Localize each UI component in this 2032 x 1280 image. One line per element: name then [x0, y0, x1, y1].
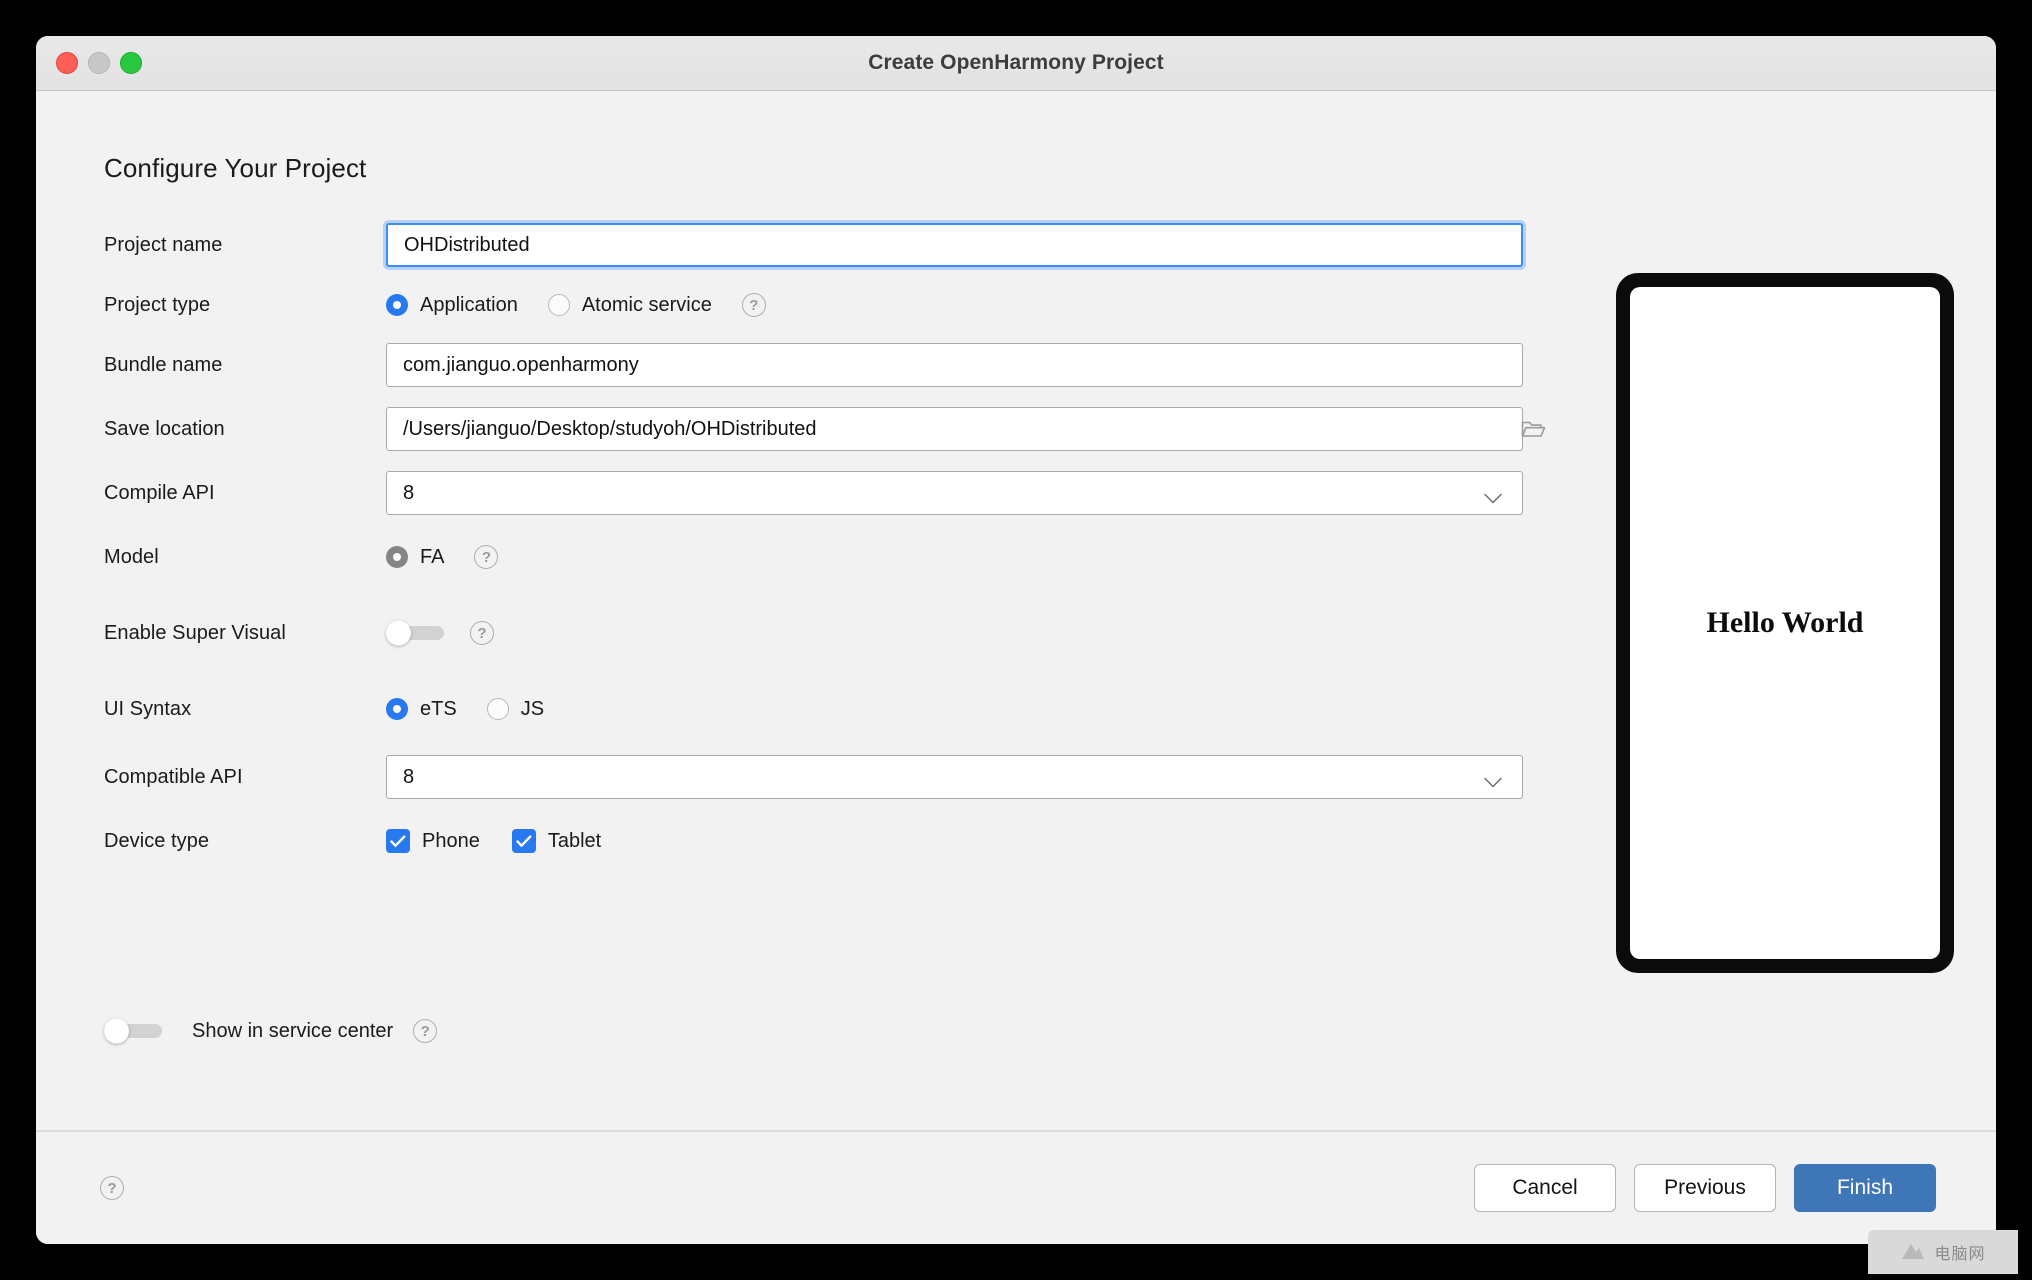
radio-fa-label: FA	[420, 546, 444, 569]
label-project-type: Project type	[104, 294, 386, 317]
device-preview-screen: Hello World	[1630, 287, 1940, 959]
folder-open-icon[interactable]	[1520, 417, 1546, 441]
radio-application-indicator	[386, 294, 408, 316]
watermark-logo-icon	[1900, 1241, 1926, 1263]
label-compatible-api: Compatible API	[104, 766, 386, 789]
service-center-help-icon[interactable]: ?	[413, 1019, 437, 1043]
checkbox-phone[interactable]: Phone	[386, 829, 480, 853]
service-center-toggle[interactable]	[104, 1024, 162, 1038]
radio-atomic-service[interactable]: Atomic service	[548, 294, 712, 317]
dialog-footer: ? Cancel Previous Finish	[36, 1131, 1996, 1244]
dialog-content: Configure Your Project Project name OHDi…	[36, 91, 1996, 1131]
project-type-help-icon[interactable]: ?	[742, 293, 766, 317]
row-bundle-name: Bundle name com.jianguo.openharmony	[104, 341, 1564, 389]
label-project-name: Project name	[104, 234, 386, 257]
row-save-location: Save location /Users/jianguo/Desktop/stu…	[104, 405, 1564, 453]
row-ui-syntax: UI Syntax eTS JS	[104, 685, 1564, 733]
radio-ets-indicator	[386, 698, 408, 720]
maximize-button[interactable]	[120, 52, 142, 74]
close-button[interactable]	[56, 52, 78, 74]
row-compile-api: Compile API 8	[104, 469, 1564, 517]
radio-js[interactable]: JS	[487, 698, 544, 721]
label-super-visual: Enable Super Visual	[104, 622, 386, 645]
model-radio-group: FA ?	[386, 545, 498, 569]
device-preview: Hello World	[1616, 273, 1954, 973]
radio-js-indicator	[487, 698, 509, 720]
label-bundle-name: Bundle name	[104, 354, 386, 377]
radio-ets[interactable]: eTS	[386, 698, 457, 721]
save-location-input[interactable]: /Users/jianguo/Desktop/studyoh/OHDistrib…	[386, 407, 1523, 451]
row-device-type: Device type Phone	[104, 817, 1564, 865]
checkbox-phone-label: Phone	[422, 830, 480, 853]
radio-ets-label: eTS	[420, 698, 457, 721]
radio-application-label: Application	[420, 294, 518, 317]
watermark-badge: 电脑网	[1868, 1230, 2018, 1274]
project-type-radio-group: Application Atomic service ?	[386, 293, 766, 317]
radio-fa[interactable]: FA	[386, 546, 444, 569]
dialog-help-icon[interactable]: ?	[100, 1176, 124, 1200]
cancel-button[interactable]: Cancel	[1474, 1164, 1616, 1212]
compile-api-select[interactable]: 8	[386, 471, 1523, 515]
previous-button[interactable]: Previous	[1634, 1164, 1776, 1212]
project-config-form: Project name OHDistributed Project type …	[104, 221, 1564, 865]
row-compatible-api: Compatible API 8	[104, 753, 1564, 801]
radio-atomic-service-label: Atomic service	[582, 294, 712, 317]
compile-api-value: 8	[403, 482, 414, 505]
service-center-toggle-knob	[104, 1019, 129, 1044]
label-service-center: Show in service center	[192, 1020, 393, 1043]
row-service-center: Show in service center ?	[104, 1019, 437, 1043]
super-visual-toggle-knob	[386, 621, 411, 646]
watermark-text: 电脑网	[1934, 1240, 1985, 1264]
label-save-location: Save location	[104, 418, 386, 441]
page-title: Configure Your Project	[104, 153, 366, 184]
radio-application[interactable]: Application	[386, 294, 518, 317]
checkbox-phone-box	[386, 829, 410, 853]
row-project-type: Project type Application Atomic service …	[104, 281, 1564, 329]
finish-button[interactable]: Finish	[1794, 1164, 1936, 1212]
radio-js-label: JS	[521, 698, 544, 721]
super-visual-help-icon[interactable]: ?	[470, 621, 494, 645]
minimize-button[interactable]	[88, 52, 110, 74]
window-controls	[56, 36, 142, 90]
model-help-icon[interactable]: ?	[474, 545, 498, 569]
chevron-down-icon	[1484, 772, 1502, 783]
super-visual-toggle[interactable]	[386, 626, 444, 640]
label-device-type: Device type	[104, 830, 386, 853]
window-title: Create OpenHarmony Project	[36, 51, 1996, 75]
radio-fa-indicator	[386, 546, 408, 568]
compatible-api-value: 8	[403, 766, 414, 789]
window-titlebar: Create OpenHarmony Project	[36, 36, 1996, 91]
compatible-api-select[interactable]: 8	[386, 755, 1523, 799]
row-project-name: Project name OHDistributed	[104, 221, 1564, 269]
project-name-input[interactable]: OHDistributed	[386, 223, 1523, 267]
chevron-down-icon	[1484, 488, 1502, 499]
row-super-visual: Enable Super Visual ?	[104, 609, 1564, 657]
checkbox-tablet-label: Tablet	[548, 830, 601, 853]
preview-hello-world-text: Hello World	[1707, 606, 1864, 640]
dialog-actions: Cancel Previous Finish	[1474, 1164, 1936, 1212]
checkbox-tablet[interactable]: Tablet	[512, 829, 601, 853]
ui-syntax-radio-group: eTS JS	[386, 698, 574, 721]
label-ui-syntax: UI Syntax	[104, 698, 386, 721]
dialog-window: Create OpenHarmony Project Configure You…	[36, 36, 1996, 1244]
label-model: Model	[104, 546, 386, 569]
checkbox-tablet-box	[512, 829, 536, 853]
radio-atomic-service-indicator	[548, 294, 570, 316]
label-compile-api: Compile API	[104, 482, 386, 505]
bundle-name-input[interactable]: com.jianguo.openharmony	[386, 343, 1523, 387]
row-model: Model FA ?	[104, 533, 1564, 581]
